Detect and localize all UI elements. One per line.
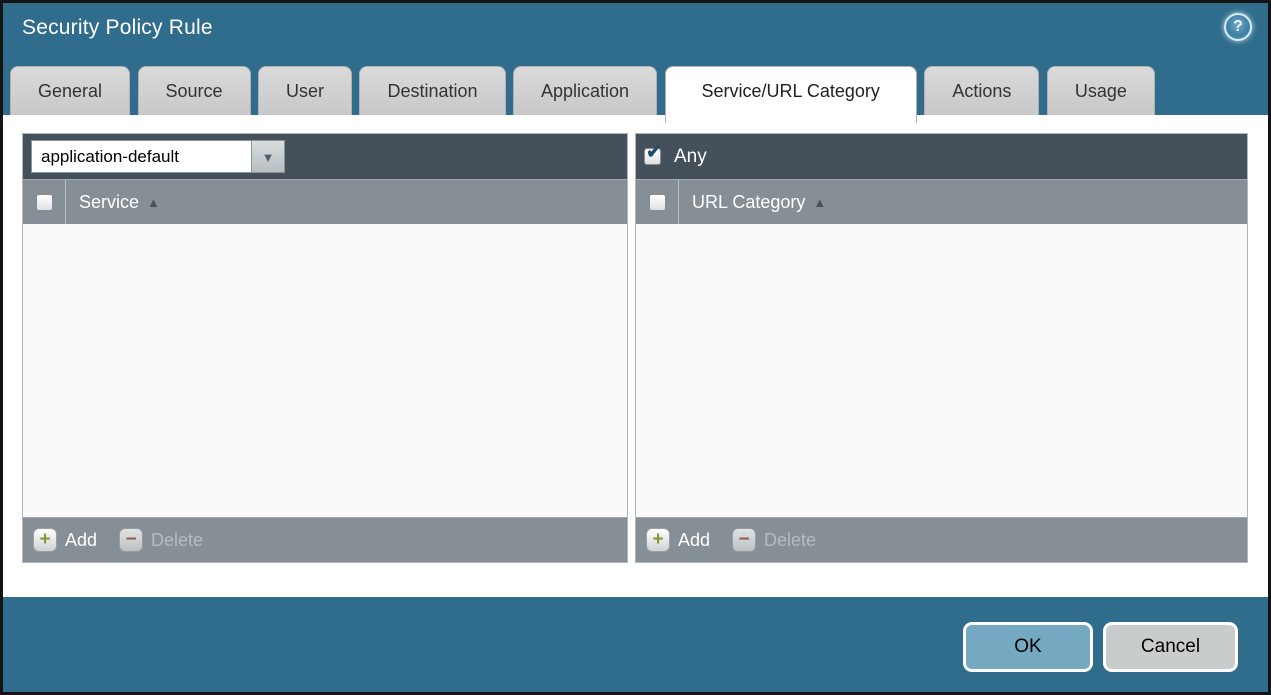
ok-button[interactable]: OK: [963, 622, 1093, 672]
service-add-button[interactable]: + Add: [33, 528, 97, 552]
service-column-header[interactable]: Service: [79, 192, 139, 213]
any-checkbox[interactable]: ✔: [644, 143, 662, 165]
tab-usage[interactable]: Usage: [1046, 66, 1155, 115]
sort-asc-icon[interactable]: ▲: [813, 195, 826, 210]
url-category-delete-button[interactable]: − Delete: [732, 528, 816, 552]
any-label: Any: [674, 145, 707, 167]
cancel-button[interactable]: Cancel: [1103, 622, 1238, 672]
url-category-panel: ✔ Any URL Category ▲ + Add − Delete: [635, 133, 1248, 563]
page-title: Security Policy Rule: [22, 16, 213, 39]
any-row: ✔ Any: [644, 143, 707, 168]
delete-icon: −: [119, 528, 144, 552]
service-list[interactable]: [23, 224, 627, 517]
add-icon: +: [33, 528, 57, 552]
service-column-header-row: Service ▲: [23, 179, 627, 224]
check-icon: ✔: [646, 142, 662, 163]
url-category-list[interactable]: [636, 224, 1247, 517]
delete-icon: −: [732, 528, 757, 552]
url-category-panel-header: ✔ Any: [636, 134, 1247, 179]
url-category-add-button[interactable]: + Add: [646, 528, 710, 552]
delete-button-label: Delete: [151, 529, 204, 550]
service-panel-footer: + Add − Delete: [23, 517, 627, 562]
delete-button-label: Delete: [764, 529, 817, 550]
url-category-column-header[interactable]: URL Category: [692, 192, 805, 213]
tab-source[interactable]: Source: [137, 66, 251, 115]
chevron-down-icon[interactable]: ▼: [251, 140, 285, 173]
add-button-label: Add: [65, 529, 98, 550]
tab-content-sheet: application-default ▼ Service ▲ + Add −: [3, 115, 1268, 597]
service-panel: application-default ▼ Service ▲ + Add −: [22, 133, 628, 563]
service-type-select-value[interactable]: application-default: [31, 140, 251, 173]
tab-user[interactable]: User: [258, 66, 353, 115]
security-policy-rule-dialog: Security Policy Rule ? General Source Us…: [0, 0, 1271, 695]
tab-actions[interactable]: Actions: [924, 66, 1040, 115]
service-select-all-checkbox[interactable]: [35, 193, 53, 211]
help-icon[interactable]: ?: [1224, 13, 1252, 41]
add-button-label: Add: [678, 529, 711, 550]
tab-destination[interactable]: Destination: [359, 66, 506, 115]
url-category-select-all-cell: [636, 180, 679, 224]
url-category-select-all-checkbox[interactable]: [648, 193, 666, 211]
sort-asc-icon[interactable]: ▲: [147, 195, 160, 210]
service-type-select[interactable]: application-default ▼: [31, 140, 285, 173]
service-delete-button[interactable]: − Delete: [119, 528, 203, 552]
service-select-all-cell: [23, 180, 66, 224]
tab-general[interactable]: General: [10, 66, 131, 115]
url-category-panel-footer: + Add − Delete: [636, 517, 1247, 562]
add-icon: +: [646, 528, 670, 552]
service-panel-header: application-default ▼: [23, 134, 627, 179]
tab-application[interactable]: Application: [512, 66, 658, 115]
url-category-column-header-row: URL Category ▲: [636, 179, 1247, 224]
tab-service-url-category[interactable]: Service/URL Category: [664, 66, 917, 123]
